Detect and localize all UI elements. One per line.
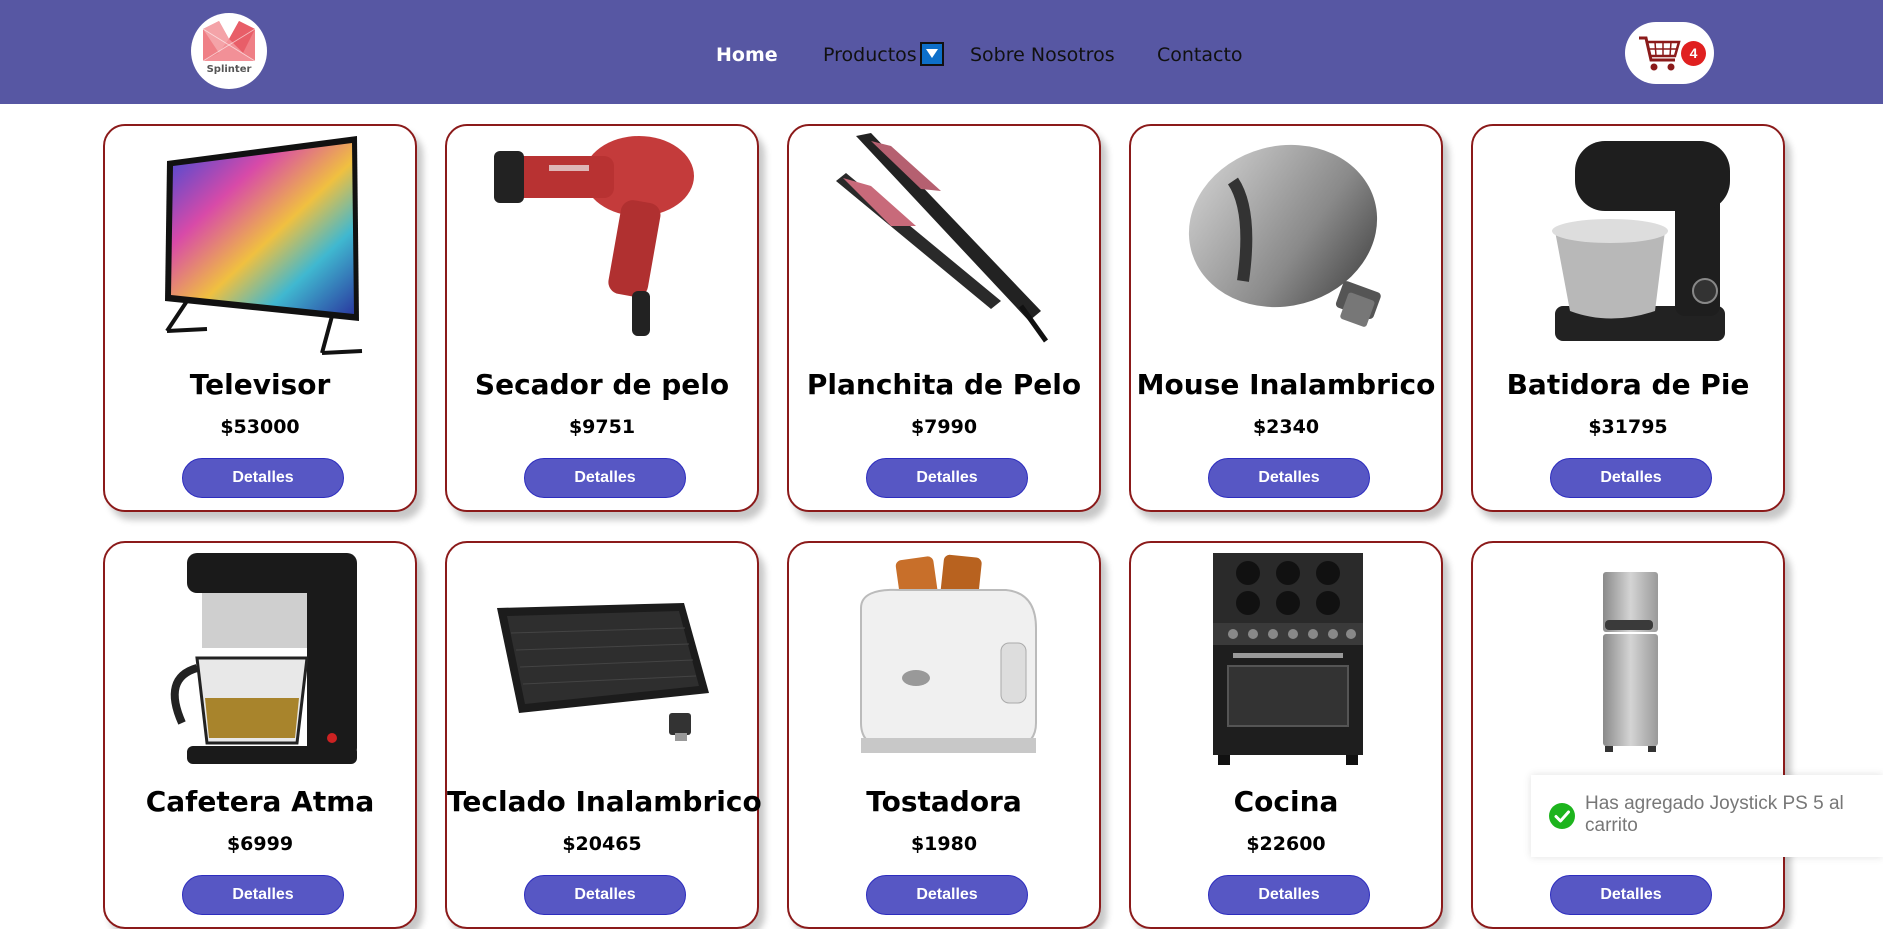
- product-name: Teclado Inalambrico: [447, 785, 762, 818]
- product-name: Tostadora: [866, 785, 1022, 818]
- product-card: Teclado Inalambrico $20465 Detalles: [445, 541, 762, 929]
- product-price: $31795: [1588, 416, 1668, 438]
- product-price: $1980: [910, 833, 978, 855]
- details-button[interactable]: Detalles: [866, 458, 1028, 498]
- product-price: $20465: [562, 833, 642, 855]
- refrigerator-image: [1515, 548, 1743, 773]
- product-grid: Televisor $53000 Detalles Secador de pel…: [0, 0, 1883, 929]
- product-price: $7990: [910, 416, 978, 438]
- details-button[interactable]: Detalles: [182, 875, 344, 915]
- product-name: Televisor: [189, 368, 331, 401]
- stand-mixer-image: [1515, 131, 1743, 356]
- details-button[interactable]: Detalles: [1550, 458, 1712, 498]
- toast-message: Has agregado Joystick PS 5 al carrito: [1585, 793, 1844, 836]
- product-price: $6999: [226, 833, 294, 855]
- hair-dryer-image: [489, 131, 717, 356]
- product-card: Televisor $53000 Detalles: [103, 124, 417, 512]
- details-button[interactable]: Detalles: [1550, 875, 1712, 915]
- product-card: Batidora de Pie $31795 Detalles: [1471, 124, 1785, 512]
- details-button[interactable]: Detalles: [524, 458, 686, 498]
- coffee-maker-image: [147, 548, 375, 773]
- tv-image: [147, 131, 375, 356]
- product-name: Secador de pelo: [474, 368, 730, 401]
- details-button[interactable]: Detalles: [1208, 875, 1370, 915]
- product-card: Tostadora $1980 Detalles: [787, 541, 1101, 929]
- product-price: $53000: [220, 416, 300, 438]
- details-button[interactable]: Detalles: [524, 875, 686, 915]
- product-card: Mouse Inalambrico $2340 Detalles: [1129, 124, 1443, 512]
- details-button[interactable]: Detalles: [1208, 458, 1370, 498]
- wireless-mouse-image: [1173, 131, 1401, 356]
- product-price: $9751: [568, 416, 636, 438]
- toast-notification[interactable]: Has agregado Joystick PS 5 al carrito: [1531, 775, 1883, 857]
- product-name: Mouse Inalambrico: [1136, 368, 1436, 401]
- product-price: $22600: [1246, 833, 1326, 855]
- product-card: Planchita de Pelo $7990 Detalles: [787, 124, 1101, 512]
- product-name: Planchita de Pelo: [806, 368, 1082, 401]
- product-card: Secador de pelo $9751 Detalles: [445, 124, 759, 512]
- hair-straightener-image: [831, 131, 1059, 356]
- product-name: Cafetera Atma: [145, 785, 375, 818]
- details-button[interactable]: Detalles: [182, 458, 344, 498]
- stove-image: [1173, 548, 1401, 773]
- toaster-image: [831, 548, 1059, 773]
- product-card: Cocina $22600 Detalles: [1129, 541, 1443, 929]
- product-card: Cafetera Atma $6999 Detalles: [103, 541, 417, 929]
- details-button[interactable]: Detalles: [866, 875, 1028, 915]
- product-name: Cocina: [1233, 785, 1339, 818]
- wireless-keyboard-image: [489, 548, 717, 773]
- product-price: $2340: [1252, 416, 1320, 438]
- check-circle-icon: [1549, 803, 1575, 829]
- product-name: Batidora de Pie: [1506, 368, 1750, 401]
- product-card: $75000 Detalles: [1471, 541, 1785, 929]
